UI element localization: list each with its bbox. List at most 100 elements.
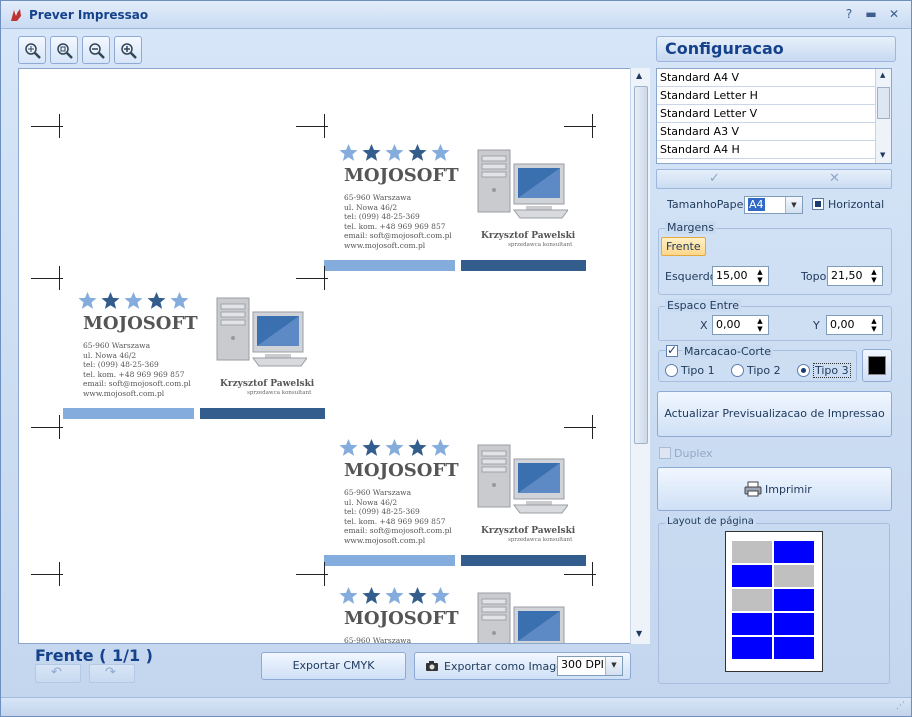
star-icon bbox=[431, 586, 450, 606]
scroll-down-icon[interactable]: ▼ bbox=[880, 151, 885, 159]
zoom-page-icon bbox=[57, 43, 73, 59]
layout-cell bbox=[774, 565, 814, 587]
prev-page-button[interactable]: ↶ bbox=[35, 664, 81, 683]
zoom-in-button[interactable] bbox=[114, 36, 142, 64]
card-bar-light bbox=[63, 408, 194, 419]
type2-label: Tipo 2 bbox=[747, 364, 781, 377]
list-item[interactable]: Standard A3 V bbox=[657, 123, 877, 141]
scroll-up-icon[interactable]: ▲ bbox=[636, 71, 642, 80]
layout-cell bbox=[774, 589, 814, 611]
list-item[interactable]: Standard Letter V bbox=[657, 105, 877, 123]
page-layout-preview bbox=[725, 531, 823, 672]
print-button[interactable]: Imprimir bbox=[657, 467, 892, 511]
cutmark-checkbox[interactable]: ✓ bbox=[666, 343, 678, 357]
address-line: 65-960 Warszawa bbox=[344, 193, 412, 202]
page-indicator: Frente ( 1/1 ) bbox=[35, 646, 153, 665]
card-role: sprzedawca konsultant bbox=[508, 537, 573, 543]
remove-icon[interactable]: ✕ bbox=[829, 171, 840, 186]
scroll-down-icon[interactable]: ▼ bbox=[636, 629, 642, 638]
preview-scrollbar[interactable]: ▲ ▼ bbox=[630, 68, 650, 644]
computer-icon bbox=[476, 591, 568, 643]
card-brand: MOJOSOFT bbox=[344, 460, 459, 481]
star-icon bbox=[339, 586, 358, 606]
type1-radio[interactable] bbox=[665, 364, 678, 377]
list-item[interactable]: Standard Letter H bbox=[657, 87, 877, 105]
help-icon[interactable]: ? bbox=[839, 5, 859, 23]
card-address: 65-960 Warszawaul. Nowa 46/2tel: (099) 4… bbox=[344, 488, 452, 545]
duplex-checkbox[interactable] bbox=[659, 447, 671, 459]
spin-arrows-icon[interactable]: ▲ ▼ bbox=[868, 268, 880, 284]
spin-arrows-icon[interactable]: ▲ ▼ bbox=[868, 317, 880, 333]
zoom-in-icon bbox=[121, 43, 137, 59]
list-item[interactable]: Standard A4 V bbox=[657, 69, 877, 87]
chevron-down-icon[interactable]: ▼ bbox=[785, 197, 802, 213]
star-icon bbox=[78, 291, 97, 311]
window-title: Prever Impressao bbox=[29, 8, 149, 22]
star-icon bbox=[408, 143, 427, 163]
paper-list-scrollbar[interactable]: ▲ ▼ bbox=[875, 69, 891, 163]
star-icon bbox=[362, 143, 381, 163]
paper-size-label: TamanhoPapel bbox=[667, 198, 747, 211]
spin-arrows-icon[interactable]: ▲ ▼ bbox=[754, 268, 766, 284]
star-icon bbox=[362, 586, 381, 606]
card-address: 65-960 Warszawaul. Nowa 46/2tel: (099) 4… bbox=[344, 193, 452, 250]
card-brand: MOJOSOFT bbox=[344, 608, 459, 629]
print-preview-window: Prever Impressao ? ▬ ✕ MOJOSOFT 65-960 Wa… bbox=[0, 0, 912, 717]
zoom-out-button[interactable] bbox=[82, 36, 110, 64]
zoom-fit-button[interactable] bbox=[18, 36, 46, 64]
rating-stars bbox=[78, 291, 189, 311]
star-icon bbox=[339, 143, 358, 163]
rating-stars bbox=[339, 143, 450, 163]
star-icon bbox=[385, 438, 404, 458]
update-preview-button[interactable]: Actualizar Previsualizacao de Impressao bbox=[657, 391, 892, 437]
y-spacing-input[interactable]: 0,00 ▲ ▼ bbox=[826, 315, 883, 335]
computer-icon bbox=[476, 443, 569, 518]
resize-grip-icon[interactable]: ⋰ bbox=[896, 701, 905, 711]
scroll-thumb[interactable] bbox=[634, 86, 648, 444]
type3-label: Tipo 3 bbox=[813, 363, 851, 378]
layout-cell bbox=[774, 613, 814, 635]
zoom-page-button[interactable] bbox=[50, 36, 78, 64]
address-line: ul. Nowa 46/2 bbox=[83, 350, 137, 360]
scroll-thumb[interactable] bbox=[877, 87, 890, 119]
list-item[interactable]: Standard A4 H bbox=[657, 141, 877, 159]
print-preview-canvas[interactable]: MOJOSOFT 65-960 Warszawa ul. Nowa 46/2 tel:… bbox=[18, 68, 650, 644]
top-margin-label: Topo bbox=[801, 270, 827, 283]
dpi-select[interactable]: 300 DPI ▼ bbox=[557, 656, 623, 676]
close-icon[interactable]: ✕ bbox=[884, 5, 904, 23]
next-page-button[interactable]: ↷ bbox=[89, 664, 135, 683]
type2-radio[interactable] bbox=[731, 364, 744, 377]
minimize-icon[interactable]: ▬ bbox=[861, 5, 881, 23]
top-margin-input[interactable]: 21,50 ▲ ▼ bbox=[827, 266, 883, 286]
card-brand: MOJOSOFT bbox=[344, 165, 459, 186]
paper-size-value: A4 bbox=[748, 198, 765, 211]
star-icon bbox=[362, 438, 381, 458]
layout-cell bbox=[732, 613, 772, 635]
chevron-down-icon[interactable]: ▼ bbox=[605, 657, 622, 675]
address-line: tel. kom. +48 969 969 857 bbox=[83, 369, 185, 379]
paper-list[interactable]: Standard A4 V Standard Letter H Standard… bbox=[656, 68, 892, 164]
app-icon bbox=[11, 9, 21, 21]
x-spacing-input[interactable]: 0,00 ▲ ▼ bbox=[712, 315, 769, 335]
type3-radio[interactable] bbox=[797, 364, 810, 377]
scroll-up-icon[interactable]: ▲ bbox=[880, 71, 885, 79]
star-icon bbox=[431, 438, 450, 458]
undo-arrow-icon: ↶ bbox=[51, 665, 62, 680]
horizontal-checkbox[interactable] bbox=[812, 198, 824, 210]
cutmark-color-button[interactable] bbox=[862, 349, 892, 382]
dpi-value: 300 DPI bbox=[561, 658, 604, 671]
print-button-label: Imprimir bbox=[765, 483, 812, 496]
address-line: tel: (099) 48-25-369 bbox=[83, 360, 159, 369]
export-cmyk-button[interactable]: Exportar CMYK bbox=[261, 652, 406, 680]
status-bar: ⋰ bbox=[1, 697, 911, 716]
paper-size-select[interactable]: A4 ▼ bbox=[744, 196, 803, 214]
tab-front[interactable]: Frente bbox=[661, 237, 706, 256]
star-icon bbox=[385, 586, 404, 606]
spin-arrows-icon[interactable]: ▲ ▼ bbox=[754, 317, 766, 333]
card-person: Krzysztof Pawelski bbox=[481, 231, 576, 241]
left-margin-input[interactable]: 15,00 ▲ ▼ bbox=[712, 266, 769, 286]
address-line: 65-960 Warszawa bbox=[344, 488, 412, 497]
confirm-icon[interactable]: ✓ bbox=[709, 171, 720, 186]
card-bar-dark bbox=[461, 555, 586, 566]
layout-cell bbox=[732, 541, 772, 563]
